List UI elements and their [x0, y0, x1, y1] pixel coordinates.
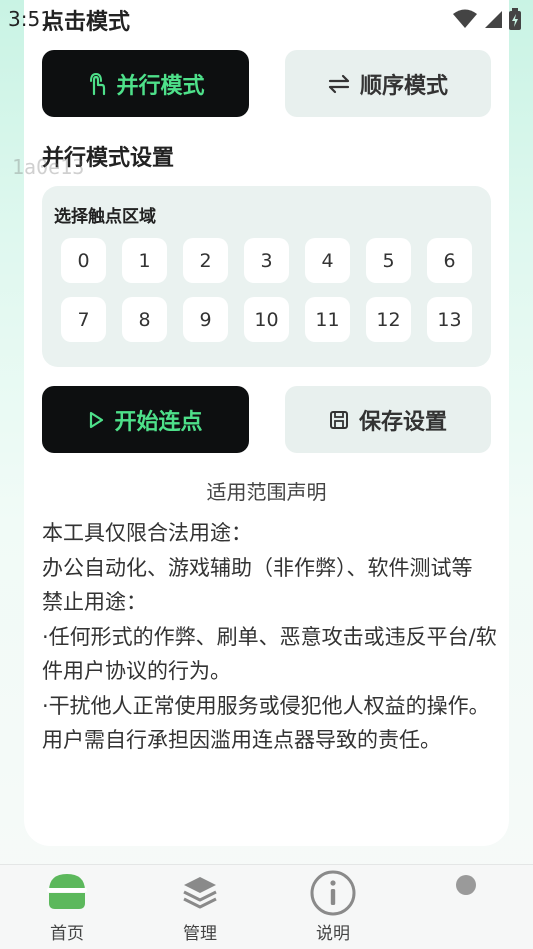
wifi-icon — [453, 9, 477, 28]
scope-declaration-text: 本工具仅限合法用途： 办公自动化、游戏辅助（非作弊）、软件测试等 禁止用途： ·… — [42, 516, 498, 758]
dot-icon — [456, 875, 476, 895]
status-icons — [453, 8, 521, 30]
bottom-tab-bar: 首页 管理 说明 — [0, 864, 533, 949]
touch-zone-button[interactable]: 8 — [122, 297, 167, 342]
save-icon — [329, 410, 348, 429]
tab-home[interactable]: 首页 — [17, 865, 117, 949]
tab-manage-label: 管理 — [183, 924, 217, 944]
touch-zone-button[interactable]: 2 — [183, 238, 228, 283]
signal-icon — [485, 11, 502, 28]
touch-zone-button[interactable]: 3 — [244, 238, 289, 283]
declaration-line: ·任何形式的作弊、刷单、恶意攻击或违反平台/软件用户协议的行为。 — [42, 624, 497, 684]
touch-zone-button[interactable]: 13 — [427, 297, 472, 342]
declaration-line: 用户需自行承担因滥用连点器导致的责任。 — [42, 728, 441, 752]
declaration-line: 办公自动化、游戏辅助（非作弊）、软件测试等 — [42, 555, 473, 580]
tab-help[interactable]: 说明 — [283, 865, 383, 949]
tab-manage[interactable]: 管理 — [150, 865, 250, 949]
sequential-mode-label: 顺序模式 — [359, 73, 448, 99]
touch-zone-button[interactable]: 5 — [366, 238, 411, 283]
sequential-mode-button[interactable]: 顺序模式 — [285, 50, 491, 117]
save-settings-button[interactable]: 保存设置 — [285, 386, 491, 453]
touch-zone-button[interactable]: 12 — [366, 297, 411, 342]
parallel-mode-label: 并行模式 — [116, 73, 205, 99]
touch-zone-label: 选择触点区域 — [54, 207, 156, 227]
save-settings-label: 保存设置 — [358, 409, 447, 435]
battery-icon — [509, 8, 521, 30]
touch-zone-button[interactable]: 0 — [61, 238, 106, 283]
swap-arrows-icon — [328, 74, 350, 93]
declaration-line: 本工具仅限合法用途： — [42, 521, 252, 545]
watermark-text: 1a0e13 — [12, 155, 85, 179]
parallel-mode-button[interactable]: 并行模式 — [42, 50, 249, 117]
touch-zone-button[interactable]: 1 — [122, 238, 167, 283]
tab-extra[interactable] — [416, 865, 516, 949]
touch-zone-button[interactable]: 10 — [244, 297, 289, 342]
touch-zone-button[interactable]: 9 — [183, 297, 228, 342]
touch-zone-panel: 选择触点区域 0 1 2 3 4 5 6 7 8 9 10 11 12 13 — [42, 186, 491, 367]
home-icon — [47, 874, 87, 909]
touch-zone-button[interactable]: 4 — [305, 238, 350, 283]
scope-declaration-title[interactable]: 适用范围声明 — [0, 476, 533, 505]
declaration-line: 禁止用途： — [42, 590, 147, 614]
layers-icon — [183, 877, 217, 909]
tab-help-label: 说明 — [316, 924, 350, 944]
page-title: 点击模式 — [42, 10, 131, 35]
start-clicking-button[interactable]: 开始连点 — [42, 386, 249, 453]
info-icon — [310, 870, 356, 916]
touch-zone-button[interactable]: 11 — [305, 297, 350, 342]
start-clicking-label: 开始连点 — [114, 409, 203, 435]
touch-zone-button[interactable]: 7 — [61, 297, 106, 342]
touch-icon — [90, 72, 106, 95]
touch-zone-button[interactable]: 6 — [427, 238, 472, 283]
tab-home-label: 首页 — [50, 924, 84, 944]
play-icon — [90, 411, 104, 428]
declaration-line: ·干扰他人正常使用服务或侵犯他人权益的操作。 — [42, 693, 490, 718]
